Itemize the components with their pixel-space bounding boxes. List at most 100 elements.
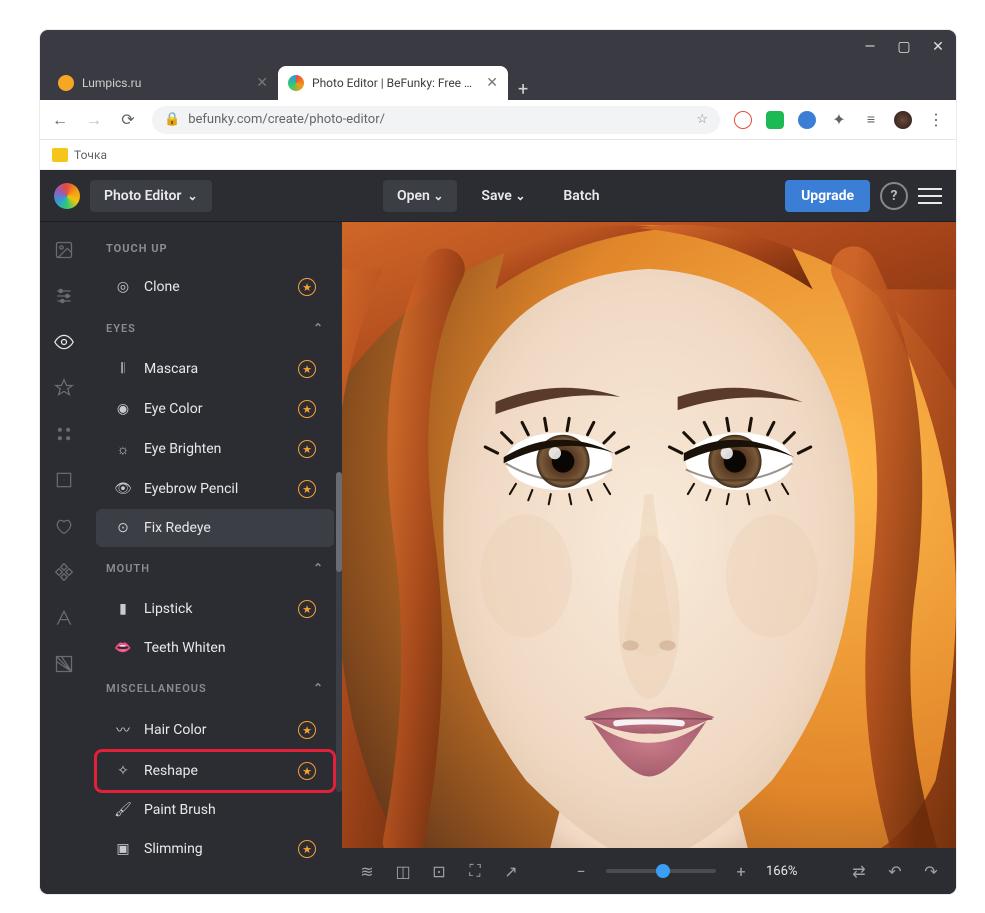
url-input[interactable]: 🔒 befunky.com/create/photo-editor/ ☆: [152, 106, 720, 134]
save-button[interactable]: Save ⌄: [467, 180, 539, 212]
crop-icon[interactable]: ◫: [392, 860, 414, 882]
maximize-button[interactable]: ▢: [898, 41, 910, 53]
zoom-in-button[interactable]: +: [730, 860, 752, 882]
befunky-logo[interactable]: [54, 183, 80, 209]
star-icon[interactable]: ☆: [696, 112, 708, 127]
tool-eye-color[interactable]: ◉ Eye Color ★: [96, 389, 334, 429]
fit-icon[interactable]: ⊡: [428, 860, 450, 882]
rail-image-icon[interactable]: [54, 240, 74, 260]
tool-eyebrow-pencil[interactable]: 👁 Eyebrow Pencil ★: [96, 469, 334, 509]
forward-button[interactable]: →: [84, 110, 104, 130]
tool-hair-color[interactable]: 〰 Hair Color ★: [96, 709, 334, 751]
extension-list-icon[interactable]: ≡: [862, 111, 880, 129]
rail-text-icon[interactable]: [54, 608, 74, 628]
rail-overlay-icon[interactable]: [54, 562, 74, 582]
tool-label: Hair Color: [144, 722, 286, 738]
back-button[interactable]: ←: [50, 110, 70, 130]
app-header: Photo Editor ⌄ Open ⌄ Save ⌄ Batch Upgra…: [40, 170, 956, 222]
hamburger-menu[interactable]: [918, 188, 942, 204]
bookmark-label[interactable]: Точка: [74, 148, 107, 162]
tool-label: Eyebrow Pencil: [144, 481, 286, 497]
tool-mascara[interactable]: 𝄃 Mascara ★: [96, 349, 334, 389]
rail-heart-icon[interactable]: [54, 516, 74, 536]
section-misc[interactable]: MISCELLANEOUS ⌃: [88, 667, 342, 709]
premium-badge-icon: ★: [298, 600, 316, 618]
tool-eye-brighten[interactable]: ☼ Eye Brighten ★: [96, 429, 334, 469]
tool-label: Reshape: [144, 763, 286, 779]
compare-icon[interactable]: ⇄: [848, 860, 870, 882]
reload-button[interactable]: ⟳: [118, 110, 138, 130]
close-window-button[interactable]: ✕: [932, 41, 944, 53]
canvas-toolbar: ≋ ◫ ⊡ ⛶ ↗ − + 166% ⇄ ↶ ↷: [342, 848, 956, 894]
chevron-up-icon: ⌃: [313, 561, 324, 575]
extension-opera-icon[interactable]: [734, 111, 752, 129]
tab-label: Lumpics.ru: [82, 76, 248, 90]
tool-clone[interactable]: ◎ Clone ★: [96, 267, 334, 307]
extensions-puzzle-icon[interactable]: ✦: [830, 111, 848, 129]
minimize-button[interactable]: —: [864, 41, 876, 53]
undo-button[interactable]: ↶: [884, 860, 906, 882]
rail-star-icon[interactable]: [54, 378, 74, 398]
image-canvas[interactable]: [342, 222, 956, 848]
tool-lipstick[interactable]: ▮ Lipstick ★: [96, 589, 334, 629]
close-tab-icon[interactable]: ✕: [486, 75, 498, 91]
tab-befunky[interactable]: Photo Editor | BeFunky: Free Onli ✕: [278, 66, 508, 100]
bookmark-bar: Точка: [40, 140, 956, 170]
address-bar: ← → ⟳ 🔒 befunky.com/create/photo-editor/…: [40, 100, 956, 140]
layers-icon[interactable]: ≋: [356, 860, 378, 882]
open-button[interactable]: Open ⌄: [383, 180, 457, 212]
chevron-down-icon: ⌄: [187, 189, 197, 203]
tool-fix-redeye[interactable]: ⊙ Fix Redeye: [96, 509, 334, 547]
rail-square-icon[interactable]: [54, 470, 74, 490]
help-button[interactable]: ?: [880, 182, 908, 210]
rail-texture-icon[interactable]: [54, 654, 74, 674]
premium-badge-icon: ★: [298, 480, 316, 498]
premium-badge-icon: ★: [298, 762, 316, 780]
profile-avatar[interactable]: [894, 111, 912, 129]
chevron-down-icon: ⌄: [515, 189, 525, 203]
tab-label: Photo Editor | BeFunky: Free Onli: [312, 76, 478, 90]
tool-reshape[interactable]: ✧ Reshape ★: [96, 751, 334, 791]
zoom-out-button[interactable]: −: [570, 860, 592, 882]
tool-label: Eye Color: [144, 401, 286, 417]
app-container: Photo Editor ⌄ Open ⌄ Save ⌄ Batch Upgra…: [40, 170, 956, 894]
rail-sliders-icon[interactable]: [54, 286, 74, 306]
section-mouth[interactable]: MOUTH ⌃: [88, 547, 342, 589]
lock-icon: 🔒: [164, 112, 180, 127]
section-eyes[interactable]: EYES ⌃: [88, 307, 342, 349]
teeth-icon: 👄: [114, 640, 132, 656]
premium-badge-icon: ★: [298, 278, 316, 296]
tool-paint-brush[interactable]: 🖌 Paint Brush: [96, 791, 334, 829]
upgrade-button[interactable]: Upgrade: [785, 180, 870, 212]
favicon-icon: [288, 75, 304, 91]
tab-lumpics[interactable]: Lumpics.ru ✕: [48, 66, 278, 100]
chevron-up-icon: ⌃: [313, 681, 324, 695]
redo-button[interactable]: ↷: [920, 860, 942, 882]
zoom-percent: 166%: [766, 864, 797, 879]
extension-globe-icon[interactable]: [798, 111, 816, 129]
icon-rail: [40, 222, 88, 894]
batch-button[interactable]: Batch: [549, 180, 613, 212]
eye-color-icon: ◉: [114, 401, 132, 417]
expand-icon[interactable]: ↗: [500, 860, 522, 882]
rail-frames-icon[interactable]: [54, 424, 74, 444]
brush-icon: 🖌: [114, 802, 132, 818]
tool-slimming[interactable]: ▣ Slimming ★: [96, 829, 334, 869]
new-tab-button[interactable]: +: [508, 79, 538, 100]
chevron-down-icon: ⌄: [433, 189, 443, 203]
premium-badge-icon: ★: [298, 400, 316, 418]
section-label: MISCELLANEOUS: [106, 682, 207, 695]
fullscreen-icon[interactable]: ⛶: [464, 860, 486, 882]
menu-button[interactable]: ⋮: [926, 110, 946, 130]
section-label: MOUTH: [106, 562, 150, 575]
favicon-icon: [58, 75, 74, 91]
zoom-slider[interactable]: [606, 869, 716, 873]
chevron-up-icon: ⌃: [313, 321, 324, 335]
tool-teeth-whiten[interactable]: 👄 Teeth Whiten: [96, 629, 334, 667]
rail-touchup-icon[interactable]: [54, 332, 74, 352]
extension-music-icon[interactable]: [766, 111, 784, 129]
lipstick-icon: ▮: [114, 601, 132, 617]
eyebrow-icon: 👁: [114, 481, 132, 497]
mode-dropdown[interactable]: Photo Editor ⌄: [90, 180, 212, 212]
close-tab-icon[interactable]: ✕: [256, 75, 268, 91]
